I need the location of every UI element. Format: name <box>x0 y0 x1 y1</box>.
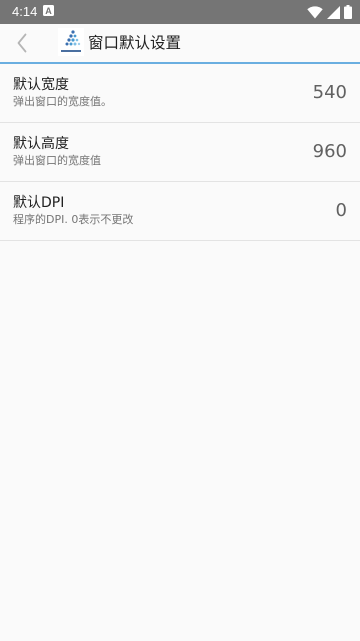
setting-value: 960 <box>312 141 347 162</box>
cell-signal-icon <box>327 5 340 19</box>
setting-title: 默认宽度 <box>13 77 69 93</box>
setting-default-width[interactable]: 默认宽度 弹出窗口的宽度值。 540 <box>0 64 360 123</box>
app-logo-icon <box>58 28 84 56</box>
battery-icon <box>344 5 352 19</box>
setting-value: 540 <box>312 82 347 103</box>
back-button[interactable] <box>10 30 34 56</box>
setting-title: 默认DPI <box>13 195 65 211</box>
setting-default-dpi[interactable]: 默认DPI 程序的DPI. 0表示不更改 0 <box>0 182 360 241</box>
setting-default-height[interactable]: 默认高度 弹出窗口的宽度值 960 <box>0 123 360 182</box>
settings-list: 默认宽度 弹出窗口的宽度值。 540 默认高度 弹出窗口的宽度值 960 默认D… <box>0 64 360 241</box>
svg-text:A: A <box>45 6 52 16</box>
status-time: 4:14 <box>12 4 38 19</box>
status-bar: 4:14 A <box>0 0 360 24</box>
toolbar: 窗口默认设置 <box>0 24 360 62</box>
a-notification-icon: A <box>43 5 54 16</box>
setting-summary: 程序的DPI. 0表示不更改 <box>13 213 134 226</box>
page-title: 窗口默认设置 <box>88 34 182 52</box>
setting-summary: 弹出窗口的宽度值 <box>13 154 101 167</box>
setting-value: 0 <box>335 200 347 221</box>
wifi-icon <box>307 5 323 18</box>
setting-summary: 弹出窗口的宽度值。 <box>13 95 112 108</box>
setting-title: 默认高度 <box>13 136 69 152</box>
chevron-left-icon <box>17 33 27 53</box>
status-icons <box>307 4 352 20</box>
